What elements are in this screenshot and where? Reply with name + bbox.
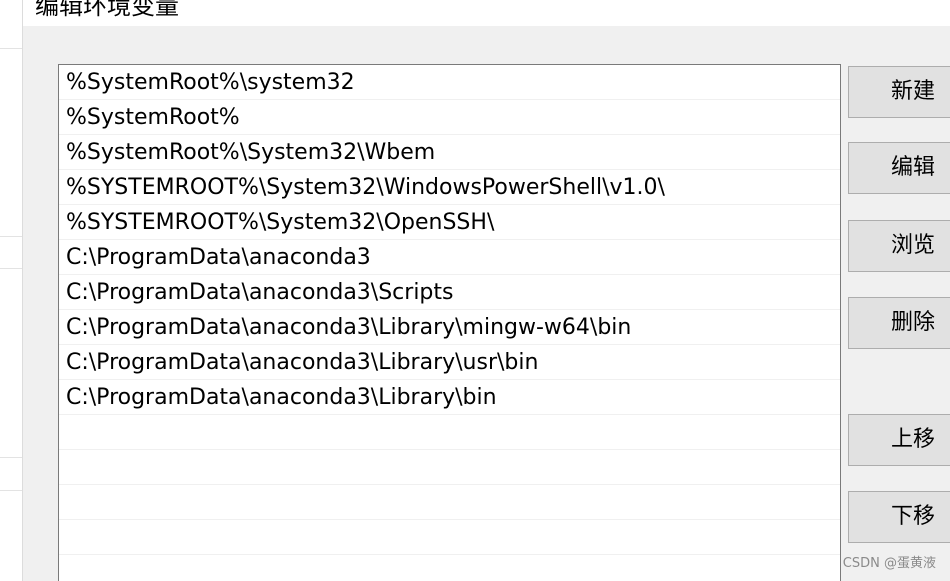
list-item[interactable]: %SystemRoot%\System32\Wbem xyxy=(59,135,840,170)
path-list[interactable]: %SystemRoot%\system32 %SystemRoot% %Syst… xyxy=(58,64,841,581)
dialog-title: 编辑环境变量 xyxy=(35,0,179,20)
list-item[interactable]: C:\ProgramData\anaconda3\Library\mingw-w… xyxy=(59,310,840,345)
list-item[interactable]: %SystemRoot% xyxy=(59,100,840,135)
list-item[interactable]: C:\ProgramData\anaconda3\Library\usr\bin xyxy=(59,345,840,380)
list-item[interactable]: C:\ProgramData\anaconda3 xyxy=(59,240,840,275)
background-divider xyxy=(0,457,22,458)
list-item[interactable]: %SYSTEMROOT%\System32\OpenSSH\ xyxy=(59,205,840,240)
list-item[interactable]: %SystemRoot%\system32 xyxy=(59,65,840,100)
edit-button[interactable]: 编辑 xyxy=(848,142,950,194)
list-item-empty[interactable] xyxy=(59,450,840,485)
background-divider xyxy=(0,236,22,237)
new-button[interactable]: 新建 xyxy=(848,66,950,118)
list-item-empty[interactable] xyxy=(59,520,840,555)
screenshot-stage: 编辑环境变量 %SystemRoot%\system32 %SystemRoot… xyxy=(0,0,950,581)
background-window xyxy=(0,0,23,581)
list-item-empty[interactable] xyxy=(59,555,840,581)
background-divider xyxy=(0,268,22,269)
list-item[interactable]: C:\ProgramData\anaconda3\Scripts xyxy=(59,275,840,310)
edit-environment-variable-dialog: 编辑环境变量 %SystemRoot%\system32 %SystemRoot… xyxy=(23,0,950,581)
move-up-button[interactable]: 上移 xyxy=(848,414,950,466)
browse-button[interactable]: 浏览 xyxy=(848,220,950,272)
background-divider xyxy=(0,490,22,491)
dialog-title-bar[interactable]: 编辑环境变量 xyxy=(23,0,950,26)
delete-button[interactable]: 删除 xyxy=(848,297,950,349)
list-item-empty[interactable] xyxy=(59,485,840,520)
list-item-empty[interactable] xyxy=(59,415,840,450)
list-item[interactable]: %SYSTEMROOT%\System32\WindowsPowerShell\… xyxy=(59,170,840,205)
move-down-button[interactable]: 下移 xyxy=(848,491,950,543)
watermark: CSDN @蛋黄液 xyxy=(842,556,936,571)
background-divider xyxy=(0,48,22,49)
list-item[interactable]: C:\ProgramData\anaconda3\Library\bin xyxy=(59,380,840,415)
